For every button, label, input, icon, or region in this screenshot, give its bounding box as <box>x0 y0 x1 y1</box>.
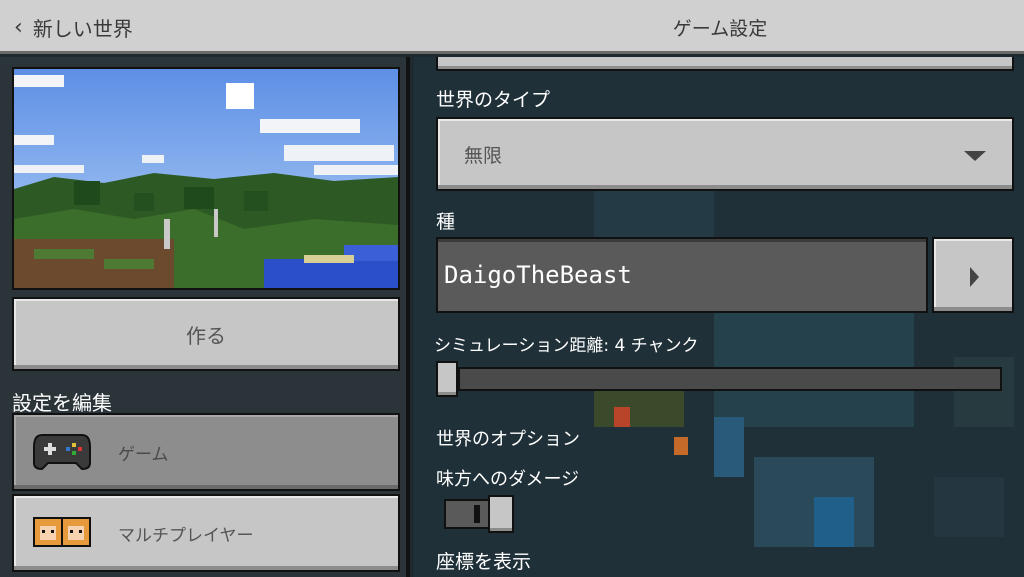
left-panel: 作る 設定を編集 ゲーム マルチプレイヤー <box>0 57 410 577</box>
friendly-fire-toggle[interactable] <box>444 495 514 533</box>
create-button[interactable]: 作る <box>12 297 400 371</box>
nav-item-game[interactable]: ゲーム <box>12 413 400 491</box>
back-button[interactable]: ‹ 新しい世界 <box>14 10 133 44</box>
players-icon <box>32 510 92 557</box>
show-coordinates-label: 座標を表示 <box>436 551 532 573</box>
chevron-left-icon: ‹ <box>14 14 23 40</box>
seed-label: 種 <box>436 211 456 233</box>
controller-icon <box>32 429 92 476</box>
world-type-value: 無限 <box>464 144 503 167</box>
nav-item-game-label: ゲーム <box>118 444 169 465</box>
create-label: 作る <box>186 323 226 348</box>
seed-input[interactable]: DaigoTheBeast <box>436 237 928 313</box>
world-preview-image <box>12 67 400 290</box>
simulation-distance-label: シミュレーション距離: 4 チャンク <box>434 336 699 356</box>
header-bar: ‹ 新しい世界 ゲーム設定 <box>0 0 1024 54</box>
toggle-on-mark <box>474 505 480 523</box>
toggle-knob <box>488 495 514 533</box>
caret-down-icon <box>964 151 986 161</box>
page-title: ゲーム設定 <box>672 18 768 40</box>
edit-settings-heading: 設定を編集 <box>12 391 112 415</box>
world-type-dropdown[interactable]: 無限 <box>436 117 1014 191</box>
seed-picker-button[interactable] <box>932 237 1014 313</box>
simulation-distance-slider-thumb[interactable] <box>436 361 458 397</box>
simulation-distance-slider[interactable] <box>458 367 1002 391</box>
settings-panel[interactable]: 世界のタイプ 無限 種 DaigoTheBeast シミュレーション距離: 4 … <box>414 57 1024 577</box>
world-type-label: 世界のタイプ <box>436 89 551 111</box>
back-label: 新しい世界 <box>32 16 133 41</box>
scrolled-setting-bar <box>436 57 1014 71</box>
friendly-fire-label: 味方へのダメージ <box>436 469 580 490</box>
play-arrow-icon <box>970 267 979 287</box>
nav-item-multiplayer-label: マルチプレイヤー <box>118 525 254 546</box>
world-options-heading: 世界のオプション <box>436 429 580 450</box>
nav-item-multiplayer[interactable]: マルチプレイヤー <box>12 494 400 572</box>
